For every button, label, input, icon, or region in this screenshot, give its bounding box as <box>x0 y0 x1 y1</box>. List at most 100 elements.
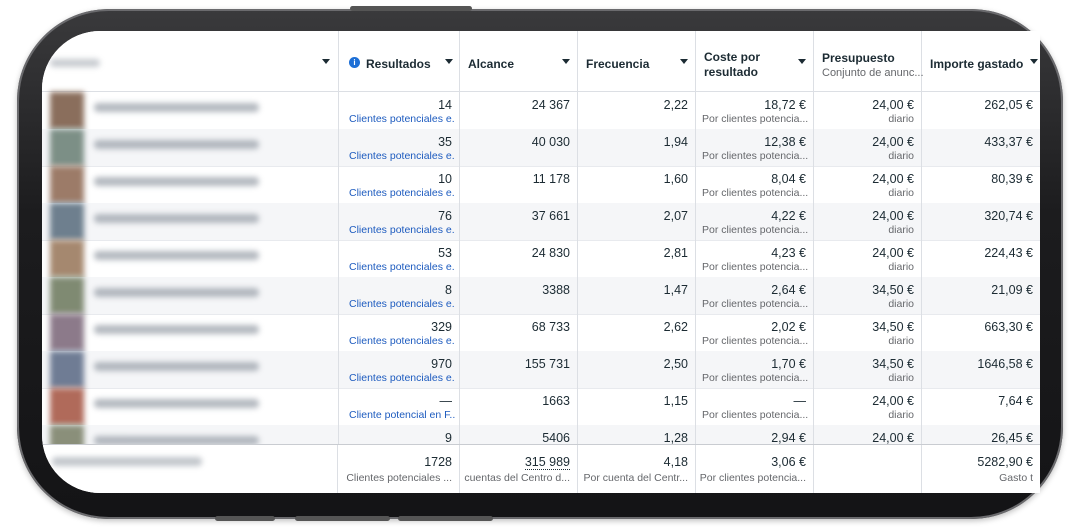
results-subtext[interactable]: Clientes potenciales e... <box>349 298 455 310</box>
results-subtext[interactable]: Clientes potenciales e... <box>349 372 455 384</box>
table-row[interactable]: 35 Clientes potenciales e... 40 030 1,94 12,… <box>42 129 1040 167</box>
blurred-totals-label <box>52 457 202 466</box>
cost-value: 2,64 € <box>771 283 806 297</box>
header-results-label: Resultados <box>366 57 431 71</box>
header-reach[interactable]: Alcance <box>460 31 578 91</box>
chevron-down-icon[interactable] <box>445 59 453 64</box>
cost-cell: 2,64 € Por clientes potencia... <box>696 277 814 314</box>
results-subtext[interactable]: Clientes potenciales e... <box>349 187 455 199</box>
table-row[interactable]: 14 Clientes potenciales e... 24 367 2,22 18,… <box>42 92 1040 130</box>
table-row[interactable]: 970 Clientes potenciales e... 155 731 2,50 1… <box>42 351 1040 389</box>
spent-cell: 224,43 € <box>922 240 1040 277</box>
header-budget[interactable]: Presupuesto Conjunto de anunc... <box>814 31 924 91</box>
reach-value: 5406 <box>542 431 570 445</box>
ad-thumbnail <box>50 277 84 314</box>
results-subtext[interactable]: Clientes potenciales e... <box>349 150 455 162</box>
table-row[interactable]: 76 Clientes potenciales e... 37 661 2,07 4,2… <box>42 203 1040 241</box>
budget-subtext: diario <box>888 224 914 236</box>
frequency-value: 2,22 <box>663 98 688 112</box>
cost-subtext: Por clientes potencia... <box>702 335 808 347</box>
results-subtext[interactable]: Clientes potenciales e... <box>349 261 455 273</box>
ad-name-cell[interactable] <box>42 425 297 462</box>
results-subtext[interactable]: Clientes potenciales e... <box>349 224 455 236</box>
ad-name-cell[interactable] <box>42 129 297 166</box>
ads-manager-table: i Resultados Alcance Frecuencia Coste po… <box>42 31 1040 493</box>
chevron-down-icon[interactable] <box>1030 59 1038 64</box>
ad-name-cell[interactable] <box>42 240 297 277</box>
table-row[interactable]: — Cliente potencial en F... 1663 1,15— Por c… <box>42 388 1040 426</box>
blurred-ad-name <box>94 140 259 149</box>
ad-name-cell[interactable] <box>42 92 297 129</box>
results-subtext[interactable]: Cliente potencial en F... <box>349 409 455 421</box>
ad-name-cell[interactable] <box>42 388 297 425</box>
results-cell: 9 <box>338 425 460 445</box>
frequency-cell: 2,22 <box>578 92 696 129</box>
results-value: 35 <box>438 135 452 149</box>
budget-subtext: diario <box>888 409 914 421</box>
totals-reach-value[interactable]: 315 989 <box>524 455 570 470</box>
ad-thumbnail <box>50 203 84 240</box>
results-value: — <box>439 394 453 408</box>
budget-subtext: diario <box>888 261 914 273</box>
table-row[interactable]: 10 Clientes potenciales e... 11 178 1,60 8,0… <box>42 166 1040 204</box>
chevron-down-icon[interactable] <box>798 59 806 64</box>
results-subtext[interactable]: Clientes potenciales e... <box>349 335 455 347</box>
table-row[interactable]: 9 5406 1,28 2,94 € 24,00 € 26,45 € <box>42 425 1040 462</box>
info-icon[interactable]: i <box>349 57 360 68</box>
ad-name-cell[interactable] <box>42 351 297 388</box>
cost-value: 2,02 € <box>771 320 806 334</box>
table-row[interactable]: 53 Clientes potenciales e... 24 830 2,81 4,2… <box>42 240 1040 278</box>
results-value: 8 <box>445 283 452 297</box>
ad-name-cell[interactable] <box>42 277 297 314</box>
header-cost-per-result[interactable]: Coste por resultado <box>696 31 814 91</box>
budget-cell: 24,00 € diario <box>814 388 922 425</box>
frequency-value: 2,50 <box>663 357 688 371</box>
ad-thumbnail <box>50 92 84 129</box>
reach-value: 155 731 <box>524 357 570 371</box>
table-row[interactable]: 329 Clientes potenciales e... 68 733 2,62 2,… <box>42 314 1040 352</box>
frequency-cell: 1,15 <box>578 388 696 425</box>
totals-reach: 315 989 cuentas del Centro d... <box>460 445 578 493</box>
chevron-down-icon[interactable] <box>322 59 330 64</box>
ad-name-cell[interactable] <box>42 314 297 351</box>
spent-value: 26,45 € <box>991 431 1033 445</box>
budget-cell: 24,00 € diario <box>814 203 922 240</box>
cost-subtext: Por clientes potencia... <box>702 187 808 199</box>
header-budget-sub: Conjunto de anunc... <box>822 67 924 79</box>
header-frequency[interactable]: Frecuencia <box>578 31 696 91</box>
cost-value: 2,94 € <box>771 431 806 445</box>
ad-name-cell[interactable] <box>42 166 297 203</box>
results-value: 10 <box>438 172 452 186</box>
header-results[interactable]: i Resultados <box>338 31 460 91</box>
chevron-down-icon[interactable] <box>680 59 688 64</box>
budget-value: 24,00 € <box>872 209 914 223</box>
budget-subtext: diario <box>888 372 914 384</box>
table-totals-row: 1728 Clientes potenciales ... 315 989 cu… <box>42 444 1040 493</box>
chevron-down-icon[interactable] <box>562 59 570 64</box>
ad-name-cell[interactable] <box>42 203 297 240</box>
reach-value: 24 367 <box>531 98 570 112</box>
cost-value: 18,72 € <box>764 98 806 112</box>
header-amount-spent[interactable]: Importe gastado <box>922 31 1040 91</box>
reach-cell: 37 661 <box>460 203 578 240</box>
frequency-cell: 1,94 <box>578 129 696 166</box>
ad-thumbnail <box>50 166 84 203</box>
totals-results-value: 1728 <box>424 455 452 469</box>
cost-cell: 2,02 € Por clientes potencia... <box>696 314 814 351</box>
budget-subtext: diario <box>888 187 914 199</box>
reach-cell: 24 367 <box>460 92 578 129</box>
spent-cell: 21,09 € <box>922 277 1040 314</box>
frequency-value: 1,47 <box>663 283 688 297</box>
totals-budget <box>814 445 922 493</box>
ad-thumbnail <box>50 351 84 388</box>
table-row[interactable]: 8 Clientes potenciales e... 3388 1,47 2,64 €… <box>42 277 1040 315</box>
blurred-ad-name <box>94 288 259 297</box>
header-budget-label: Presupuesto <box>822 51 895 65</box>
budget-subtext: diario <box>888 113 914 125</box>
spent-value: 7,64 € <box>998 394 1033 408</box>
budget-subtext: diario <box>888 150 914 162</box>
results-subtext[interactable]: Clientes potenciales e... <box>349 113 455 125</box>
spent-cell: 7,64 € <box>922 388 1040 425</box>
header-name-column[interactable] <box>42 31 338 91</box>
blurred-ad-name <box>94 103 259 112</box>
